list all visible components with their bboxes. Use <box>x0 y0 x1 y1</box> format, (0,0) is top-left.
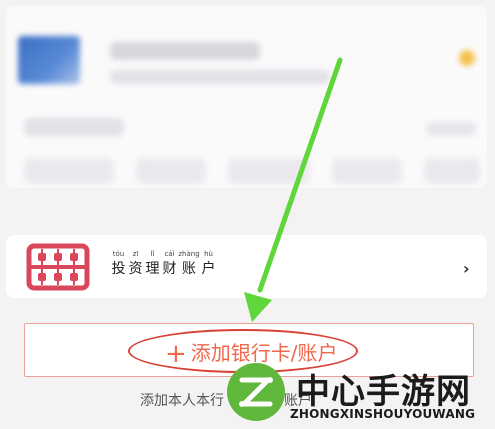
watermark-subtitle: ZHONGXINSHOUYOUWANG <box>290 407 476 421</box>
watermark-title: 中心手游网 <box>296 372 471 412</box>
watermark-logo <box>227 363 285 421</box>
